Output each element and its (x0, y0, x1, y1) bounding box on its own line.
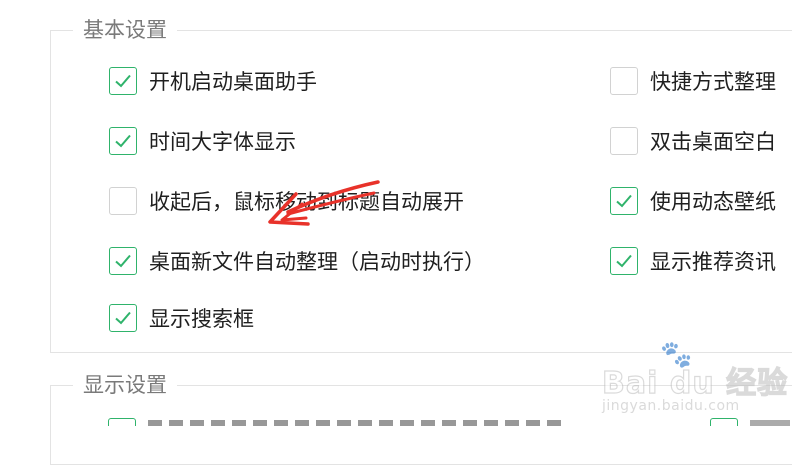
basic-settings-group: 基本设置 开机启动桌面助手 时间大字体显示 收起后，鼠标移动到标题自动展开 桌面… (50, 17, 792, 353)
checkbox[interactable] (109, 127, 137, 155)
option-label: 桌面新文件自动整理（启动时执行） (149, 250, 485, 274)
check-icon (115, 254, 131, 268)
option-label-cutoff (750, 420, 790, 426)
display-settings-title: 显示设置 (73, 372, 177, 399)
option-shortcut-organize[interactable]: 快捷方式整理 (610, 65, 776, 97)
option-label: 显示推荐资讯 (650, 250, 776, 274)
option-double-click-desktop[interactable]: 双击桌面空白 (610, 125, 776, 157)
option-label: 快捷方式整理 (650, 70, 776, 94)
checkbox[interactable] (109, 247, 137, 275)
checkbox[interactable] (610, 187, 638, 215)
option-label-cutoff (148, 420, 568, 426)
option-dynamic-wallpaper[interactable]: 使用动态壁纸 (610, 185, 776, 217)
checkbox[interactable] (108, 418, 136, 426)
checkbox[interactable] (610, 127, 638, 155)
option-label: 使用动态壁纸 (650, 190, 776, 214)
option-auto-organize[interactable]: 桌面新文件自动整理（启动时执行） (109, 245, 485, 277)
option-label: 收起后，鼠标移动到标题自动展开 (149, 190, 464, 214)
option-autostart[interactable]: 开机启动桌面助手 (109, 65, 317, 97)
option-recommended-news[interactable]: 显示推荐资讯 (610, 245, 776, 277)
check-icon (115, 134, 131, 148)
check-icon (115, 311, 131, 325)
basic-settings-title: 基本设置 (73, 17, 177, 44)
option-show-search[interactable]: 显示搜索框 (109, 302, 254, 334)
checkbox[interactable] (610, 67, 638, 95)
option-label: 双击桌面空白 (650, 130, 776, 154)
checkbox[interactable] (610, 247, 638, 275)
option-auto-expand[interactable]: 收起后，鼠标移动到标题自动展开 (109, 185, 464, 217)
option-label: 开机启动桌面助手 (149, 70, 317, 94)
option-label: 显示搜索框 (149, 307, 254, 331)
check-icon (115, 74, 131, 88)
checkbox[interactable] (109, 67, 137, 95)
checkbox[interactable] (109, 187, 137, 215)
checkbox[interactable] (109, 304, 137, 332)
check-icon (616, 254, 632, 268)
display-settings-partial-row (108, 416, 792, 426)
check-icon (616, 194, 632, 208)
option-label: 时间大字体显示 (149, 130, 296, 154)
option-large-time-font[interactable]: 时间大字体显示 (109, 125, 296, 157)
checkbox[interactable] (710, 418, 738, 426)
